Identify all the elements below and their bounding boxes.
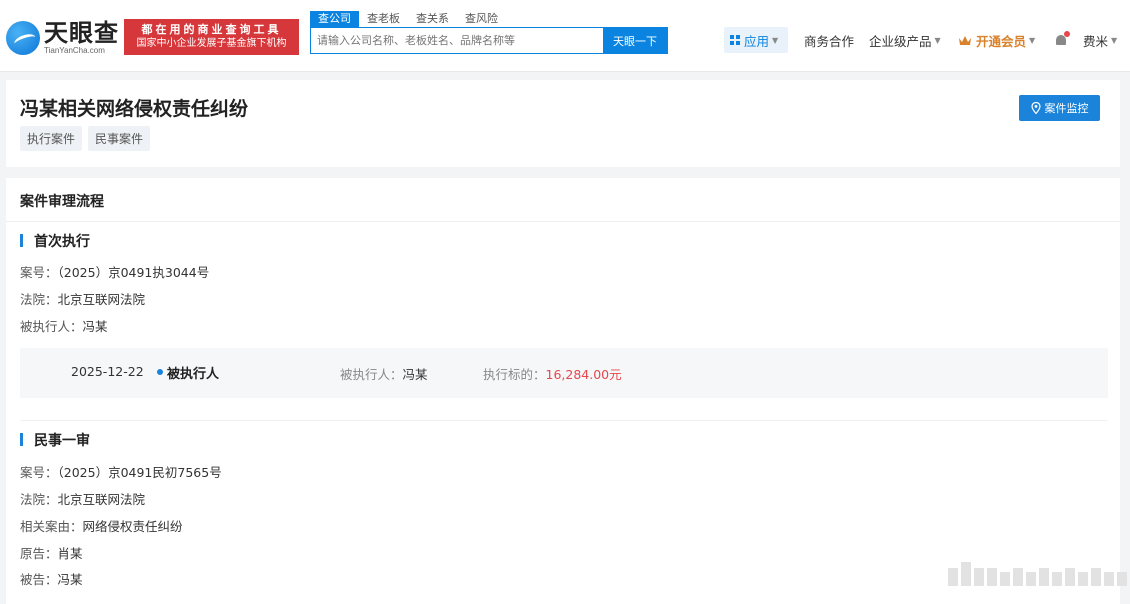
timeline-amount-value: 16,284.00元 <box>545 367 622 382</box>
court-label: 法院： <box>20 492 58 507</box>
crown-icon <box>959 35 971 45</box>
logo-text: 天眼查 <box>44 19 119 47</box>
slogan-banner: 都在用的商业查询工具 国家中小企业发展子基金旗下机构 <box>124 19 299 55</box>
location-pin-icon <box>1030 102 1041 114</box>
timeline-role: 被执行人 <box>167 367 220 382</box>
plaintiff-row: 原告：肖某 <box>20 543 83 562</box>
nav-open-vip[interactable]: 开通会员 ▼ <box>958 27 1035 53</box>
court-value: 北京互联网法院 <box>57 292 146 307</box>
search-input[interactable] <box>311 28 603 53</box>
tianyancha-logo[interactable]: 天眼查 TianYanCha.com <box>6 18 119 58</box>
bell-icon <box>1055 30 1070 47</box>
case-process-card: 案件审理流程 首次执行 案号：（2025）京0491执3044号 法院：北京互联… <box>6 178 1120 604</box>
case-monitor-label: 案件监控 <box>1044 102 1089 115</box>
case-number-label: 案号： <box>20 465 58 480</box>
divider <box>6 221 1120 222</box>
executed-party-row: 被执行人：冯某 <box>20 316 108 335</box>
slogan-line-1: 都在用的商业查询工具 <box>141 23 282 36</box>
tab-search-relation[interactable]: 查关系 <box>408 11 457 27</box>
divider <box>20 420 1108 421</box>
chevron-down-icon: ▼ <box>1111 35 1118 45</box>
user-menu[interactable]: 费米 ▼ <box>1083 27 1117 53</box>
cause-row: 相关案由：网络侵权责任纠纷 <box>20 516 183 535</box>
court-value: 北京互联网法院 <box>57 492 146 507</box>
chevron-down-icon: ▼ <box>1029 35 1036 45</box>
chevron-down-icon: ▼ <box>934 35 941 45</box>
defendant-label: 被告： <box>20 572 58 587</box>
nav-open-vip-label: 开通会员 <box>976 33 1027 49</box>
court-label: 法院： <box>20 292 58 307</box>
top-navigation-bar: 天眼查 TianYanCha.com 都在用的商业查询工具 国家中小企业发展子基… <box>0 0 1130 72</box>
logo-eye-icon <box>6 21 40 55</box>
tab-search-risk[interactable]: 查风险 <box>457 11 506 27</box>
executed-party-value: 冯某 <box>82 319 108 334</box>
stage-civil-first-instance-title: 民事一审 <box>20 430 90 450</box>
case-monitor-button[interactable]: 案件监控 <box>1019 95 1100 121</box>
defendant-row: 被告：冯某 <box>20 569 83 588</box>
search-area: 查公司 查老板 查关系 查风险 天眼一下 <box>310 11 668 54</box>
logo-domain: TianYanCha.com <box>44 46 105 55</box>
apps-grid-icon <box>730 35 740 45</box>
executed-party-label: 被执行人： <box>20 319 83 334</box>
timeline-party-label: 被执行人： <box>340 367 403 382</box>
apps-menu-label: 应用 <box>744 33 770 49</box>
plaintiff-value: 肖某 <box>57 546 83 561</box>
notifications-button[interactable] <box>1055 27 1070 53</box>
timeline-party-value[interactable]: 冯某 <box>403 367 428 382</box>
timeline-amount-label: 执行标的： <box>483 367 546 382</box>
tag-civil-case[interactable]: 民事案件 <box>88 126 151 151</box>
page-title: 冯某相关网络侵权责任纠纷 <box>20 98 249 120</box>
section-heading: 案件审理流程 <box>20 194 104 210</box>
timeline-date: 2025-12-22 <box>71 364 144 379</box>
case-number-label: 案号： <box>20 265 58 280</box>
plaintiff-label: 原告： <box>20 546 58 561</box>
apps-menu[interactable]: 应用 ▼ <box>724 27 788 53</box>
case-number-row: 案号：（2025）京0491执3044号 <box>20 262 209 281</box>
court-row: 法院：北京互联网法院 <box>20 289 145 308</box>
case-number-value: （2025）京0491执3044号 <box>57 265 210 280</box>
stage-first-execution-title: 首次执行 <box>20 231 90 251</box>
case-tags: 执行案件 民事案件 <box>20 126 151 151</box>
court-row: 法院：北京互联网法院 <box>20 489 145 508</box>
cause-label: 相关案由： <box>20 519 83 534</box>
user-name: 费米 <box>1083 33 1109 49</box>
case-number-row: 案号：（2025）京0491民初7565号 <box>20 462 222 481</box>
timeline-entry: 2025-12-22 被执行人 被执行人：冯某 执行标的：16,284.00元 <box>20 348 1108 398</box>
case-number-value: （2025）京0491民初7565号 <box>57 465 222 480</box>
slogan-line-2: 国家中小企业发展子基金旗下机构 <box>136 38 287 49</box>
timeline-amount: 执行标的：16,284.00元 <box>483 364 622 383</box>
tab-search-boss[interactable]: 查老板 <box>359 11 408 27</box>
tab-search-company[interactable]: 查公司 <box>310 11 359 27</box>
cause-value: 网络侵权责任纠纷 <box>82 519 183 534</box>
nav-enterprise-products-label: 企业级产品 <box>869 33 932 49</box>
timeline-party: 被执行人：冯某 <box>340 364 428 383</box>
timeline-dot-icon <box>157 369 163 375</box>
defendant-value: 冯某 <box>57 572 83 587</box>
tag-execution-case[interactable]: 执行案件 <box>20 126 83 151</box>
chevron-down-icon: ▼ <box>772 35 779 45</box>
nav-enterprise-products[interactable]: 企业级产品 ▼ <box>869 27 941 53</box>
watermark-graphic <box>948 562 1127 586</box>
nav-business-cooperation[interactable]: 商务合作 <box>804 27 854 53</box>
case-header-card: 冯某相关网络侵权责任纠纷 执行案件 民事案件 案件监控 <box>6 80 1120 167</box>
search-button[interactable]: 天眼一下 <box>603 28 667 53</box>
